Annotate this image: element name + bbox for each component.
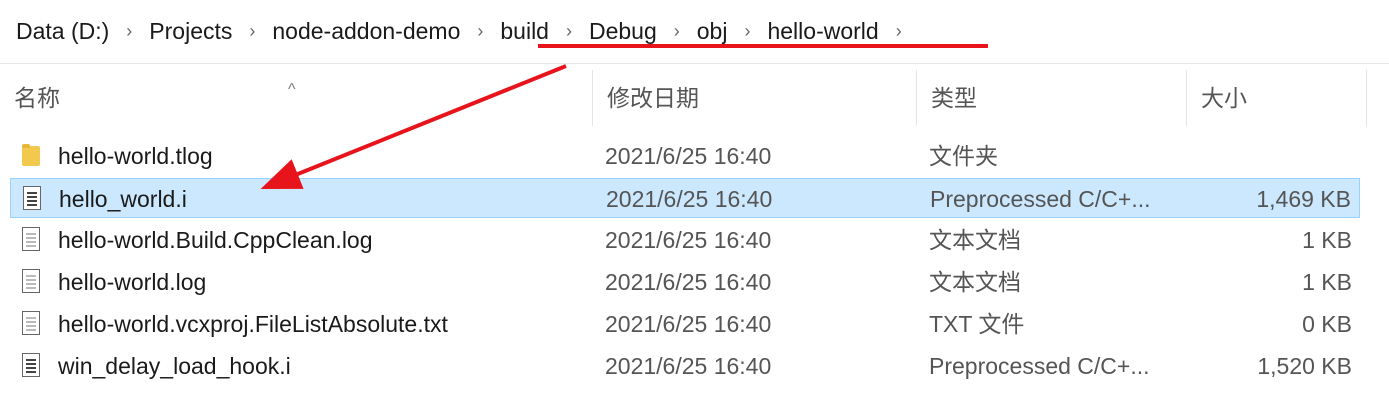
file-type: Preprocessed C/C+... bbox=[929, 353, 1150, 379]
file-type: TXT 文件 bbox=[929, 311, 1025, 337]
chevron-right-icon[interactable]: › bbox=[232, 21, 272, 42]
breadcrumb-item-node-addon-demo[interactable]: node-addon-demo bbox=[272, 18, 460, 45]
file-date: 2021/6/25 16:40 bbox=[605, 353, 772, 379]
file-type: 文件夹 bbox=[929, 143, 998, 169]
sort-ascending-icon: ^ bbox=[288, 81, 296, 98]
chevron-right-icon[interactable]: › bbox=[727, 21, 767, 42]
text-file-icon bbox=[20, 262, 44, 302]
chevron-right-icon[interactable]: › bbox=[879, 21, 919, 42]
breadcrumb: Data (D:) › Projects › node-addon-demo ›… bbox=[0, 0, 1389, 64]
column-header-size[interactable]: 大小 bbox=[1187, 70, 1367, 126]
column-header-name[interactable]: 名称 ^ bbox=[0, 70, 593, 126]
file-type: Preprocessed C/C+... bbox=[930, 186, 1151, 212]
breadcrumb-item-drive[interactable]: Data (D:) bbox=[16, 18, 109, 45]
breadcrumb-item-hello-world[interactable]: hello-world bbox=[767, 18, 878, 45]
file-date: 2021/6/25 16:40 bbox=[605, 269, 772, 295]
file-name: hello-world.Build.CppClean.log bbox=[58, 227, 373, 253]
file-row[interactable]: hello-world.log 2021/6/25 16:40 文本文档 1 K… bbox=[10, 262, 1360, 302]
chevron-right-icon[interactable]: › bbox=[549, 21, 589, 42]
chevron-right-icon[interactable]: › bbox=[109, 21, 149, 42]
chevron-right-icon[interactable]: › bbox=[657, 21, 697, 42]
file-name: hello-world.vcxproj.FileListAbsolute.txt bbox=[58, 311, 448, 337]
file-size: 1,469 KB bbox=[1256, 186, 1351, 212]
file-name: win_delay_load_hook.i bbox=[58, 353, 291, 379]
file-row[interactable]: hello-world.Build.CppClean.log 2021/6/25… bbox=[10, 220, 1360, 260]
file-date: 2021/6/25 16:40 bbox=[605, 311, 772, 337]
file-row[interactable]: win_delay_load_hook.i 2021/6/25 16:40 Pr… bbox=[10, 346, 1360, 386]
breadcrumb-item-debug[interactable]: Debug bbox=[589, 18, 657, 45]
document-icon bbox=[21, 179, 45, 219]
column-header-name-label: 名称 bbox=[14, 85, 60, 111]
file-row-selected[interactable]: hello_world.i 2021/6/25 16:40 Preprocess… bbox=[10, 178, 1360, 218]
file-date: 2021/6/25 16:40 bbox=[605, 143, 772, 169]
column-header-type-label: 类型 bbox=[931, 85, 977, 111]
column-header-date-label: 修改日期 bbox=[607, 85, 699, 111]
breadcrumb-item-obj[interactable]: obj bbox=[697, 18, 728, 45]
file-type: 文本文档 bbox=[929, 227, 1021, 253]
file-name: hello-world.tlog bbox=[58, 143, 213, 169]
file-name: hello-world.log bbox=[58, 269, 207, 295]
file-name: hello_world.i bbox=[59, 186, 187, 212]
breadcrumb-item-build[interactable]: build bbox=[500, 18, 549, 45]
file-date: 2021/6/25 16:40 bbox=[606, 186, 773, 212]
chevron-right-icon[interactable]: › bbox=[460, 21, 500, 42]
breadcrumb-item-projects[interactable]: Projects bbox=[149, 18, 232, 45]
file-size: 1,520 KB bbox=[1257, 353, 1352, 379]
file-row[interactable]: hello-world.vcxproj.FileListAbsolute.txt… bbox=[10, 304, 1360, 344]
column-header-date[interactable]: 修改日期 bbox=[593, 70, 917, 126]
file-size: 0 KB bbox=[1302, 311, 1352, 337]
column-header-size-label: 大小 bbox=[1201, 85, 1247, 111]
document-icon bbox=[20, 346, 44, 386]
file-size: 1 KB bbox=[1302, 269, 1352, 295]
file-row[interactable]: hello-world.tlog 2021/6/25 16:40 文件夹 bbox=[10, 136, 1360, 176]
file-type: 文本文档 bbox=[929, 269, 1021, 295]
file-size: 1 KB bbox=[1302, 227, 1352, 253]
text-file-icon bbox=[20, 304, 44, 344]
folder-icon bbox=[20, 136, 44, 176]
column-header-row: 名称 ^ 修改日期 类型 大小 bbox=[0, 70, 1389, 126]
column-header-type[interactable]: 类型 bbox=[917, 70, 1187, 126]
file-date: 2021/6/25 16:40 bbox=[605, 227, 772, 253]
text-file-icon bbox=[20, 220, 44, 260]
